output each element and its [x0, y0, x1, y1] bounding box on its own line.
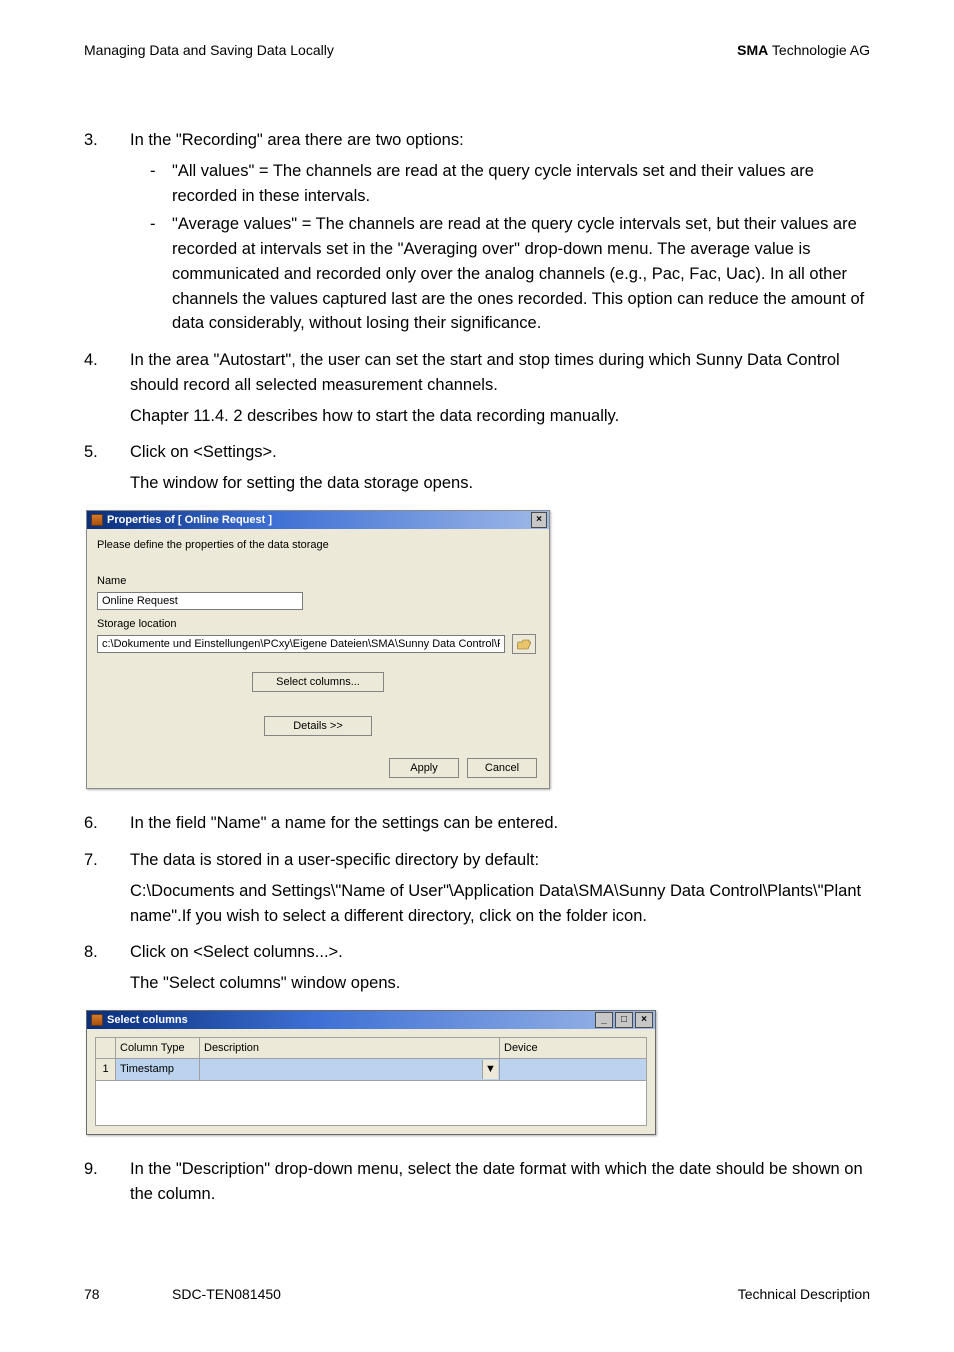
content: 3. In the "Recording" area there are two…	[84, 128, 870, 1212]
dash: -	[150, 159, 172, 209]
step-5-number: 5.	[84, 440, 130, 502]
header-right: SMA Technologie AG	[737, 42, 870, 58]
step-8-p2: The "Select columns" window opens.	[130, 971, 870, 996]
cell-device[interactable]	[500, 1059, 646, 1081]
table-row[interactable]: 1 Timestamp ▼	[96, 1059, 646, 1081]
close-icon[interactable]: ×	[531, 512, 547, 528]
step-9-p1: In the "Description" drop-down menu, sel…	[130, 1157, 870, 1207]
properties-dialog: Properties of [ Online Request ] × Pleas…	[86, 510, 550, 790]
chevron-down-icon[interactable]: ▼	[482, 1060, 498, 1079]
dialog-title: Properties of [ Online Request ]	[107, 512, 272, 529]
step-8-number: 8.	[84, 940, 130, 1002]
details-button[interactable]: Details >>	[264, 716, 372, 736]
folder-open-icon	[517, 639, 531, 650]
step-8-p1: Click on <Select columns...>.	[130, 940, 870, 965]
name-label: Name	[97, 573, 539, 590]
dash: -	[150, 212, 172, 336]
dialog-titlebar[interactable]: Properties of [ Online Request ] ×	[87, 511, 549, 529]
cell-description-dropdown[interactable]: ▼	[200, 1059, 500, 1081]
header-right-rest: Technologie AG	[768, 42, 870, 58]
step-4-p1: In the area "Autostart", the user can se…	[130, 348, 870, 398]
dialog2-titlebar[interactable]: Select columns _ □ ×	[87, 1011, 655, 1029]
step-4-p2: Chapter 11.4. 2 describes how to start t…	[130, 404, 870, 429]
step-9-number: 9.	[84, 1157, 130, 1213]
app-icon	[91, 1014, 103, 1026]
maximize-icon[interactable]: □	[615, 1012, 633, 1028]
cancel-button[interactable]: Cancel	[467, 758, 537, 778]
footer-right: Technical Description	[738, 1286, 870, 1302]
step-3-number: 3.	[84, 128, 130, 342]
step-6-p1: In the field "Name" a name for the setti…	[130, 811, 870, 836]
header-left: Managing Data and Saving Data Locally	[84, 42, 334, 58]
storage-label: Storage location	[97, 616, 539, 633]
step-7-p2: C:\Documents and Settings\"Name of User"…	[130, 879, 870, 929]
col-header-description[interactable]: Description	[200, 1038, 500, 1060]
select-columns-dialog: Select columns _ □ × Column Type Descrip…	[86, 1010, 656, 1135]
columns-grid: Column Type Description Device 1 Timesta…	[95, 1037, 647, 1126]
step-5-p1: Click on <Settings>.	[130, 440, 870, 465]
step-7-number: 7.	[84, 848, 130, 934]
step-6-number: 6.	[84, 811, 130, 842]
cell-column-type[interactable]: Timestamp	[116, 1059, 200, 1081]
footer-page: 78	[84, 1286, 100, 1302]
step-3-bullet-1: "All values" = The channels are read at …	[172, 159, 870, 209]
dialog2-title: Select columns	[107, 1012, 188, 1029]
step-4-number: 4.	[84, 348, 130, 434]
step-3-intro: In the "Recording" area there are two op…	[130, 128, 870, 153]
grid-corner	[96, 1038, 116, 1060]
step-3-bullet-2: "Average values" = The channels are read…	[172, 212, 870, 336]
apply-button[interactable]: Apply	[389, 758, 459, 778]
footer-doc: SDC-TEN081450	[172, 1286, 281, 1302]
dialog-instruction: Please define the properties of the data…	[97, 537, 539, 554]
storage-location-input[interactable]	[97, 635, 505, 653]
name-input[interactable]	[97, 592, 303, 610]
col-header-column-type[interactable]: Column Type	[116, 1038, 200, 1060]
browse-folder-button[interactable]	[512, 634, 536, 654]
select-columns-button[interactable]: Select columns...	[252, 672, 384, 692]
col-header-device[interactable]: Device	[500, 1038, 646, 1060]
step-5-p2: The window for setting the data storage …	[130, 471, 870, 496]
header-right-bold: SMA	[737, 42, 768, 58]
grid-blank	[96, 1081, 646, 1125]
close-icon[interactable]: ×	[635, 1012, 653, 1028]
row-index: 1	[96, 1059, 116, 1081]
app-icon	[91, 514, 103, 526]
step-7-p1: The data is stored in a user-specific di…	[130, 848, 870, 873]
minimize-icon[interactable]: _	[595, 1012, 613, 1028]
